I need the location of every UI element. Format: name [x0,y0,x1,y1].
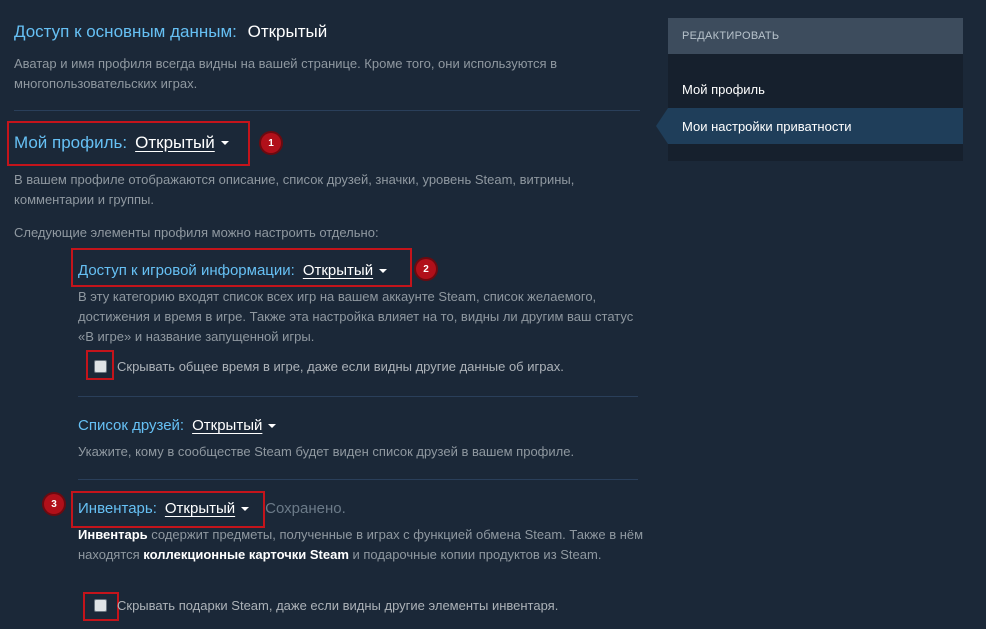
caret-down-icon [241,506,250,511]
nav-item-my-profile[interactable]: Мой профиль [668,71,963,107]
inventory-desc-part-2: и подарочные копии продуктов из Steam. [348,547,602,562]
friends-list-setting: Список друзей: Открытый [78,417,277,434]
basic-data-description: Аватар и имя профиля всегда видны на ваш… [14,56,558,91]
profile-sub-intro: Следующие элементы профиля можно настрои… [14,225,379,240]
inventory-desc-bold-2: коллекционные карточки Steam [143,547,349,562]
game-details-privacy-value: Открытый [302,262,374,279]
inventory-desc-bold-1: Инвентарь [78,527,148,542]
friends-list-description: Укажите, кому в сообществе Steam будет в… [78,444,575,459]
game-details-description: В эту категорию входят список всех игр н… [78,289,634,344]
nav-item-label: Мои настройки приватности [682,118,852,134]
caret-down-icon [268,423,277,428]
profile-setting: Мой профиль: Открытый [14,133,229,153]
basic-data-value: Открытый [247,22,328,41]
profile-privacy-dropdown[interactable]: Открытый [135,133,229,153]
saved-status: Сохранено. [265,500,346,517]
nav-item-label: Мой профиль [682,81,765,97]
friends-list-privacy-value: Открытый [192,417,263,434]
hide-playtime-checkbox[interactable] [94,360,107,373]
friends-list-privacy-dropdown[interactable]: Открытый [192,417,277,434]
inventory-description: Инвентарь содержит предметы, полученные … [78,525,648,565]
inventory-label: Инвентарь: [78,500,157,517]
hide-gifts-label: Скрывать подарки Steam, даже если видны … [117,598,559,613]
divider [78,396,638,397]
hide-playtime-label: Скрывать общее время в игре, даже если в… [117,359,564,374]
profile-description: В вашем профиле отображаются описание, с… [14,172,575,207]
inventory-privacy-value: Открытый [164,500,236,517]
game-details-label: Доступ к игровой информации: [78,262,295,279]
game-details-setting: Доступ к игровой информации: Открытый [78,262,388,279]
step-badge-1: 1 [261,133,281,153]
basic-data-label: Доступ к основным данным: [14,22,237,41]
inventory-privacy-dropdown[interactable]: Открытый [164,500,250,517]
basic-data-title: Доступ к основным данным: Открытый [14,22,327,42]
caret-down-icon [220,141,229,145]
hide-gifts-checkbox[interactable] [94,599,107,612]
friends-list-label: Список друзей: [78,417,185,434]
game-details-privacy-dropdown[interactable]: Открытый [302,262,388,279]
nav-item-privacy-settings[interactable]: Мои настройки приватности [656,108,963,144]
divider [78,479,638,480]
active-indicator [656,108,668,144]
step-badge-3: 3 [44,494,64,514]
profile-label: Мой профиль: [14,133,128,152]
divider [14,110,640,111]
profile-privacy-value: Открытый [135,133,215,152]
edit-panel-header: РЕДАКТИРОВАТЬ [668,18,963,54]
step-badge-2: 2 [416,259,436,279]
edit-panel: РЕДАКТИРОВАТЬ Мой профиль Мои настройки … [656,18,963,161]
caret-down-icon [379,268,388,273]
inventory-setting: Инвентарь: Открытый Сохранено. [78,500,346,517]
